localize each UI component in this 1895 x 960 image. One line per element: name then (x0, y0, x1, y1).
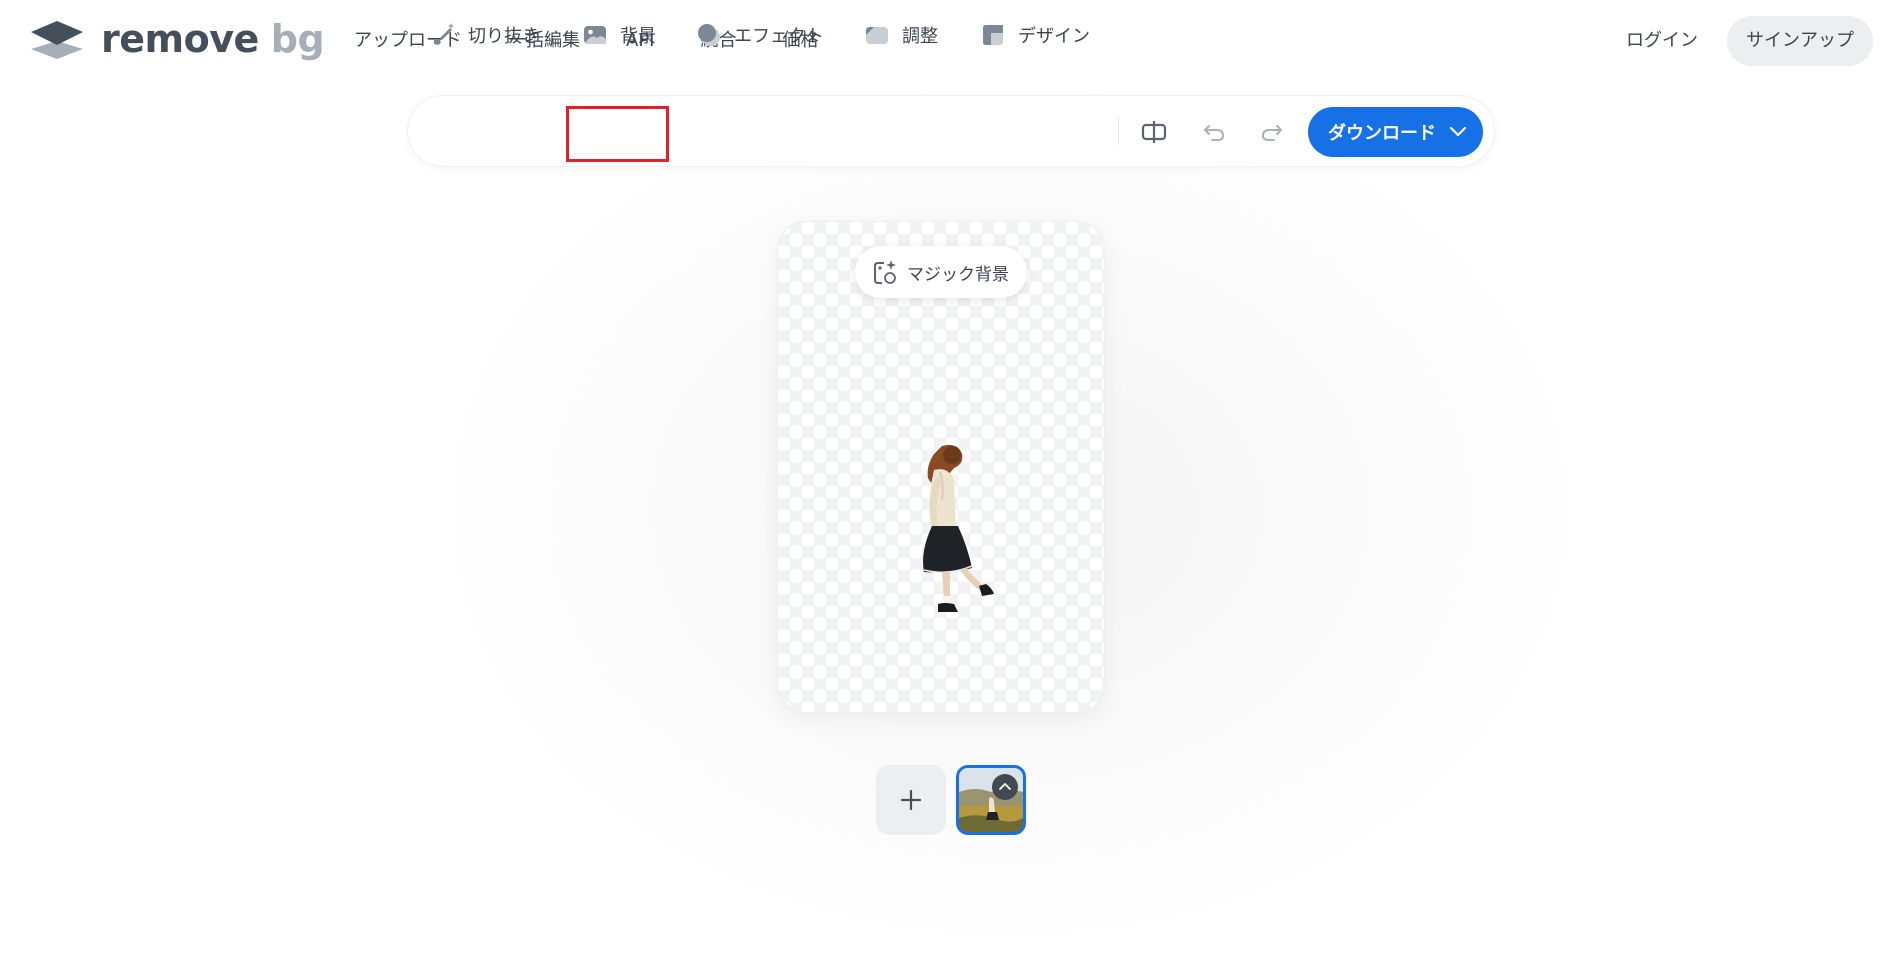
person-cutout-image (923, 445, 994, 612)
brush-icon (434, 23, 454, 45)
logo-bg-text: bg (270, 17, 325, 61)
tool-background-label: 背景 (620, 26, 656, 47)
chevron-down-icon (1449, 126, 1467, 137)
compare-icon[interactable] (1140, 118, 1168, 146)
magic-sparkle-icon (874, 260, 896, 284)
image-thumbnail[interactable] (956, 765, 1026, 835)
tool-cutout[interactable]: 切り抜き (430, 0, 540, 70)
tool-adjust-label: 調整 (902, 26, 938, 47)
download-label: ダウンロード (1328, 123, 1436, 144)
magic-background-label: マジック背景 (907, 264, 1009, 285)
tool-effects-label: エフェクト (734, 26, 824, 47)
toolbar-divider (1118, 117, 1119, 145)
design-icon (983, 25, 1003, 45)
download-button[interactable]: ダウンロード (1308, 107, 1483, 157)
redo-icon[interactable] (1258, 118, 1286, 146)
adjust-icon (866, 27, 888, 44)
plus-icon (900, 789, 922, 811)
thumbnail-expand-button[interactable] (992, 774, 1018, 800)
tool-effects[interactable]: エフェクト (696, 0, 824, 70)
tool-design[interactable]: デザイン (980, 0, 1090, 70)
login-link[interactable]: ログイン (1626, 28, 1698, 54)
image-icon (584, 26, 606, 44)
logo-stack-icon (31, 21, 83, 59)
add-image-button[interactable] (876, 765, 946, 835)
undo-icon[interactable] (1200, 118, 1228, 146)
effects-icon (698, 24, 720, 46)
chevron-up-icon (999, 783, 1011, 790)
tool-background[interactable]: 背景 (582, 0, 656, 70)
logo-remove-text: remove (101, 17, 259, 61)
magic-background-button[interactable]: マジック背景 (855, 246, 1027, 298)
logo[interactable]: remove bg (29, 17, 325, 61)
tool-cutout-label: 切り抜き (468, 26, 540, 47)
signup-button[interactable]: サインアップ (1727, 16, 1873, 66)
logo-text: remove bg (101, 17, 325, 61)
tool-adjust[interactable]: 調整 (864, 0, 938, 70)
tool-design-label: デザイン (1018, 26, 1090, 47)
